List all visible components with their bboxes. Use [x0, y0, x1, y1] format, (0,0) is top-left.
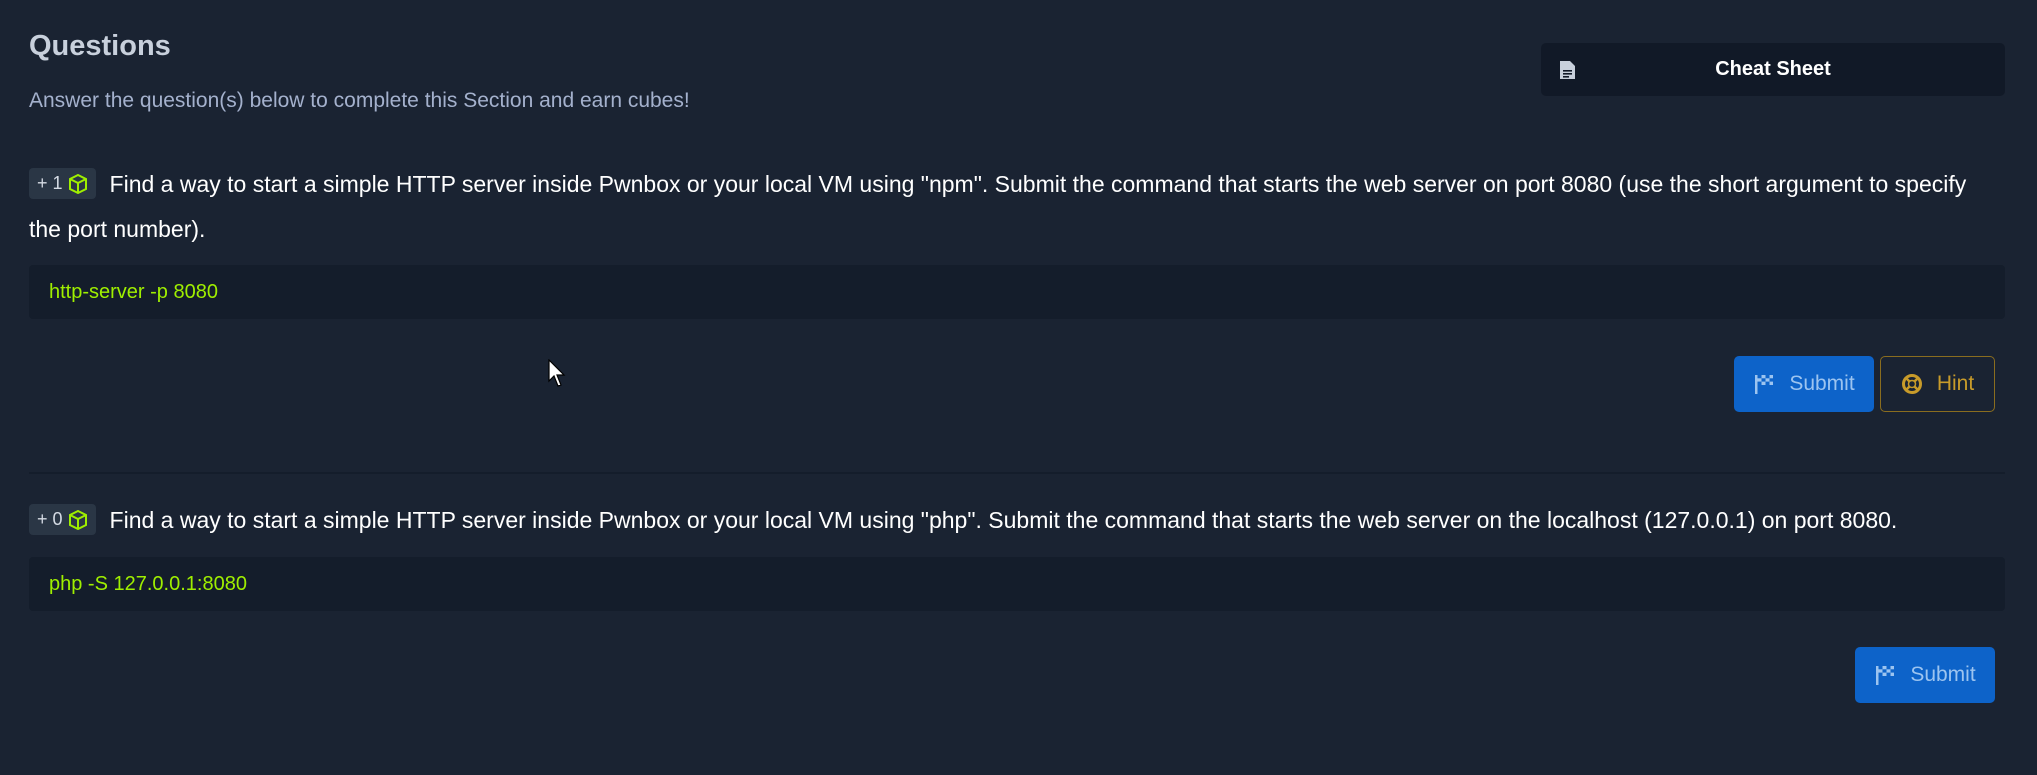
badge-value: + 1: [37, 173, 63, 193]
cube-icon: [68, 173, 87, 194]
question-text: Find a way to start a simple HTTP server…: [109, 507, 1898, 533]
cube-reward-badge: + 1: [29, 168, 96, 199]
cube-icon: [68, 509, 87, 530]
question-2: + 0 Find a way to start a simple HTTP se…: [29, 498, 2004, 543]
mouse-cursor-icon: [548, 359, 566, 387]
question-text: Find a way to start a simple HTTP server…: [29, 171, 1967, 242]
submit-button[interactable]: Submit: [1855, 647, 1995, 703]
cheat-sheet-button[interactable]: Cheat Sheet: [1541, 43, 2005, 96]
cheat-sheet-label: Cheat Sheet: [1715, 58, 1831, 80]
answer-value: http-server -p 8080: [49, 280, 218, 303]
submit-button[interactable]: Submit: [1734, 356, 1874, 412]
answer-field[interactable]: php -S 127.0.0.1:8080: [29, 557, 2005, 611]
divider: [29, 472, 2005, 474]
flag-icon: [1876, 666, 1895, 685]
question-1: + 1 Find a way to start a simple HTTP se…: [29, 162, 2004, 252]
section-subtitle: Answer the question(s) below to complete…: [29, 89, 690, 112]
hint-label: Hint: [1936, 372, 1975, 395]
hint-button[interactable]: Hint: [1880, 356, 1995, 412]
document-icon: [1560, 61, 1575, 79]
submit-label: Submit: [1910, 663, 1976, 686]
cube-reward-badge: + 0: [29, 504, 96, 535]
badge-value: + 0: [37, 509, 63, 529]
answer-field[interactable]: http-server -p 8080: [29, 265, 2005, 319]
answer-value: php -S 127.0.0.1:8080: [49, 572, 247, 595]
submit-label: Submit: [1789, 372, 1855, 395]
lifebuoy-icon: [1901, 374, 1922, 394]
flag-icon: [1755, 375, 1774, 394]
section-title: Questions: [29, 30, 171, 62]
